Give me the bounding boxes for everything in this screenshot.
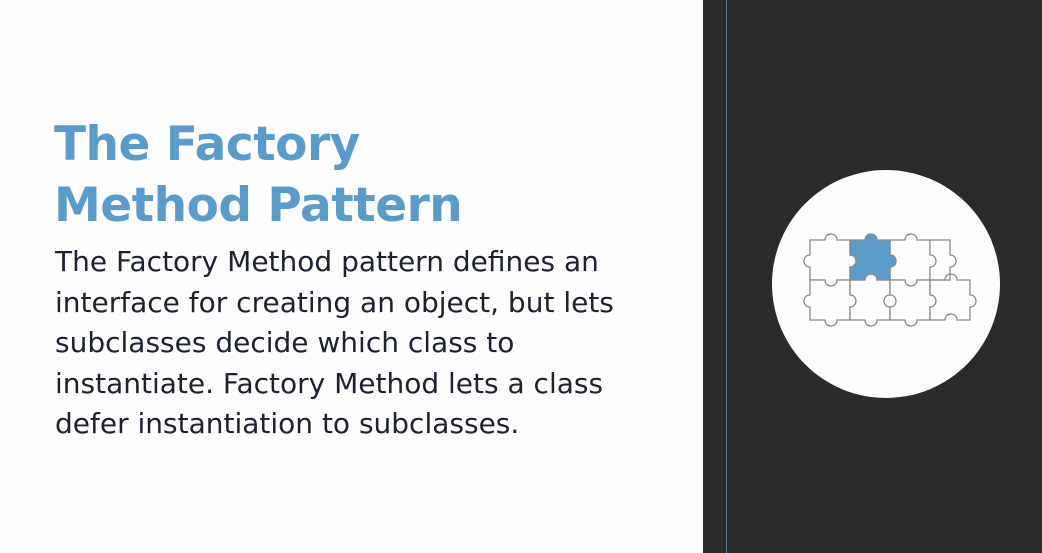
- illustration-circle: [772, 170, 1000, 398]
- puzzle-piece: [889, 279, 937, 327]
- puzzle-piece: [803, 233, 857, 287]
- body-text-line: interface for creating an object, but le…: [55, 285, 614, 319]
- illustration-panel: [703, 0, 1042, 553]
- slide-body-text: The Factory Method pattern defines an in…: [55, 242, 695, 445]
- body-text-line: subclasses decide which class to: [55, 326, 515, 359]
- slide-title: The Factory Method Pattern: [54, 114, 674, 236]
- puzzle-pieces-icon: [803, 233, 977, 327]
- puzzle-piece-highlighted: [849, 233, 897, 281]
- slide: The Factory Method Pattern The Factory M…: [0, 0, 1042, 553]
- slide-title-line: The Factory: [54, 117, 360, 172]
- puzzle-piece: [803, 279, 857, 327]
- body-text-line: The Factory Method pattern defines an: [55, 245, 599, 278]
- body-text-line: instantiate. Factory Method lets a class: [55, 366, 604, 400]
- body-text-line: defer instantiation to subclasses.: [55, 407, 520, 440]
- puzzle-piece: [929, 273, 977, 321]
- content-panel: The Factory Method Pattern The Factory M…: [0, 0, 703, 553]
- puzzle-piece: [889, 233, 937, 287]
- slide-title-line: Method Pattern: [54, 178, 463, 233]
- puzzle-piece: [849, 273, 891, 327]
- guide-line: [726, 0, 727, 553]
